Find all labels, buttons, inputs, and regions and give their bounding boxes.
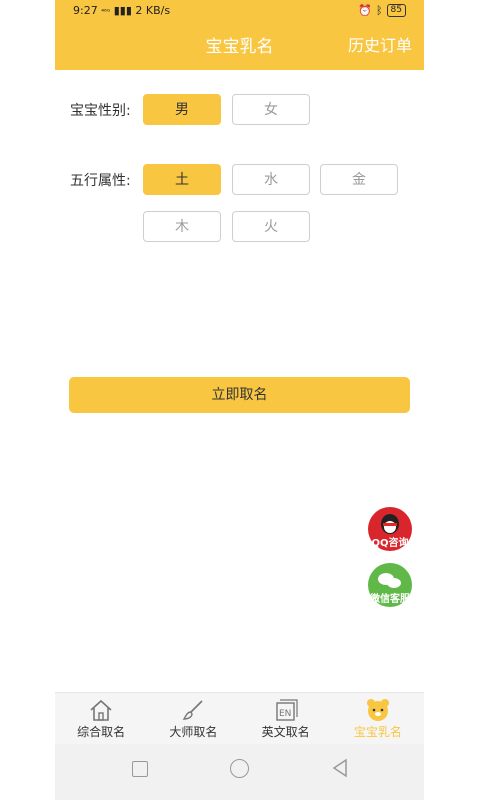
status-bar: 9:27 ⁴⁶ᴳ ▮▮▮ 2 KB/s ⏰ ᛒ 85 bbox=[55, 0, 424, 22]
battery-icon: 85 bbox=[386, 4, 406, 17]
status-right: ⏰ ᛒ 85 bbox=[358, 4, 406, 17]
element-option-fire[interactable]: 火 bbox=[232, 211, 310, 242]
gender-option-female[interactable]: 女 bbox=[232, 94, 310, 125]
tab-english[interactable]: EN 英文取名 bbox=[240, 693, 332, 745]
get-name-button[interactable]: 立即取名 bbox=[69, 377, 410, 413]
bottom-tab-bar: 综合取名 大师取名 EN 英文取名 宝宝乳名 bbox=[55, 692, 424, 745]
tab-master[interactable]: 大师取名 bbox=[147, 693, 239, 745]
status-speed: 2 KB/s bbox=[135, 4, 171, 17]
back-button[interactable] bbox=[331, 758, 349, 782]
gender-option-male[interactable]: 男 bbox=[143, 94, 221, 125]
home-icon bbox=[55, 697, 147, 723]
svg-text:EN: EN bbox=[279, 709, 291, 719]
element-option-wood[interactable]: 木 bbox=[143, 211, 221, 242]
qq-icon: QQ咨询 bbox=[368, 507, 412, 551]
status-left: 9:27 ⁴⁶ᴳ ▮▮▮ 2 KB/s bbox=[73, 4, 170, 17]
tab-baby-nickname[interactable]: 宝宝乳名 bbox=[332, 693, 424, 745]
recent-apps-button[interactable] bbox=[132, 761, 148, 777]
element-option-metal[interactable]: 金 bbox=[320, 164, 398, 195]
wechat-service-button[interactable]: 微信客服 bbox=[368, 563, 412, 607]
element-option-earth[interactable]: 土 bbox=[143, 164, 221, 195]
qq-consult-label: QQ咨询 bbox=[371, 538, 409, 549]
network-indicator: ⁴⁶ᴳ bbox=[101, 8, 111, 16]
history-orders-link[interactable]: 历史订单 bbox=[348, 32, 412, 56]
element-option-water[interactable]: 水 bbox=[232, 164, 310, 195]
app-header: 宝宝乳名 历史订单 bbox=[55, 22, 424, 70]
app-screen: 9:27 ⁴⁶ᴳ ▮▮▮ 2 KB/s ⏰ ᛒ 85 宝宝乳名 历史订单 宝宝性… bbox=[55, 0, 424, 800]
signal-icon: ▮▮▮ bbox=[113, 4, 132, 17]
tab-english-label: 英文取名 bbox=[261, 725, 310, 739]
bear-icon bbox=[332, 697, 424, 723]
wechat-service-label: 微信客服 bbox=[370, 594, 410, 605]
qq-consult-button[interactable]: QQ咨询 bbox=[368, 507, 412, 551]
system-nav-bar bbox=[55, 744, 424, 800]
tab-master-label: 大师取名 bbox=[169, 725, 218, 739]
gender-label: 宝宝性别: bbox=[70, 103, 131, 119]
bluetooth-icon: ᛒ bbox=[375, 4, 383, 17]
back-arrow-icon bbox=[332, 758, 347, 778]
status-time: 9:27 bbox=[73, 4, 98, 17]
battery-level: 85 bbox=[390, 5, 402, 15]
wechat-icon: 微信客服 bbox=[368, 563, 412, 607]
home-button[interactable] bbox=[230, 759, 249, 778]
tab-comprehensive[interactable]: 综合取名 bbox=[55, 693, 147, 745]
element-label: 五行属性: bbox=[70, 173, 131, 189]
tab-baby-nickname-label: 宝宝乳名 bbox=[353, 725, 402, 739]
brush-icon bbox=[147, 697, 239, 723]
alarm-icon: ⏰ bbox=[358, 4, 372, 17]
en-icon: EN bbox=[240, 697, 332, 723]
tab-comprehensive-label: 综合取名 bbox=[77, 725, 126, 739]
